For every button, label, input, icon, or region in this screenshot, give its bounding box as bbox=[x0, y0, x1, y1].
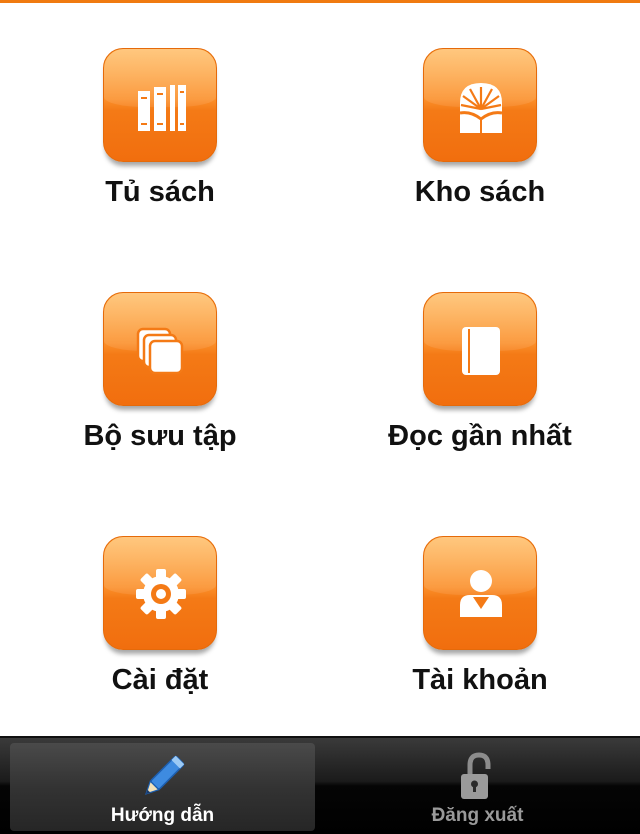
bookshelf-icon bbox=[138, 85, 186, 131]
book-store-icon bbox=[459, 83, 503, 133]
menu-item-label: Kho sách bbox=[414, 176, 546, 208]
unlock-icon bbox=[460, 752, 490, 799]
menu-item-settings[interactable]: Cài đặt bbox=[0, 536, 320, 736]
collection-icon bbox=[136, 327, 184, 375]
menu-item-label: Cài đặt bbox=[111, 664, 209, 696]
account-button[interactable] bbox=[423, 536, 537, 650]
recent-book-button[interactable] bbox=[423, 292, 537, 406]
tab-label: Đăng xuất bbox=[431, 805, 524, 826]
menu-item-label: Bộ sưu tập bbox=[83, 420, 237, 452]
bottom-tab-bar: Hướng dẫn Đăng xuất bbox=[0, 736, 640, 834]
menu-item-account[interactable]: Tài khoản bbox=[320, 536, 640, 736]
recent-book-icon bbox=[462, 327, 500, 375]
user-icon bbox=[460, 570, 502, 617]
tab-logout[interactable]: Đăng xuất bbox=[325, 743, 630, 831]
book-store-button[interactable] bbox=[423, 48, 537, 162]
menu-item-collection[interactable]: Bộ sưu tập bbox=[0, 292, 320, 492]
menu-item-bookshelf[interactable]: Tủ sách bbox=[0, 48, 320, 248]
menu-item-recent[interactable]: Đọc gần nhất bbox=[320, 292, 640, 492]
menu-item-label: Tài khoản bbox=[412, 664, 548, 696]
main-menu-grid: Tủ sách Kho sách Bộ sưu tập Đọc gần nhất… bbox=[0, 0, 640, 736]
collection-button[interactable] bbox=[103, 292, 217, 406]
tab-label: Hướng dẫn bbox=[110, 805, 215, 826]
menu-item-book-store[interactable]: Kho sách bbox=[320, 48, 640, 248]
menu-item-label: Tủ sách bbox=[105, 176, 215, 208]
bookshelf-button[interactable] bbox=[103, 48, 217, 162]
pencil-icon bbox=[144, 755, 184, 795]
settings-button[interactable] bbox=[103, 536, 217, 650]
gear-icon bbox=[136, 569, 186, 619]
tab-guide[interactable]: Hướng dẫn bbox=[10, 743, 315, 831]
menu-item-label: Đọc gần nhất bbox=[388, 420, 572, 452]
